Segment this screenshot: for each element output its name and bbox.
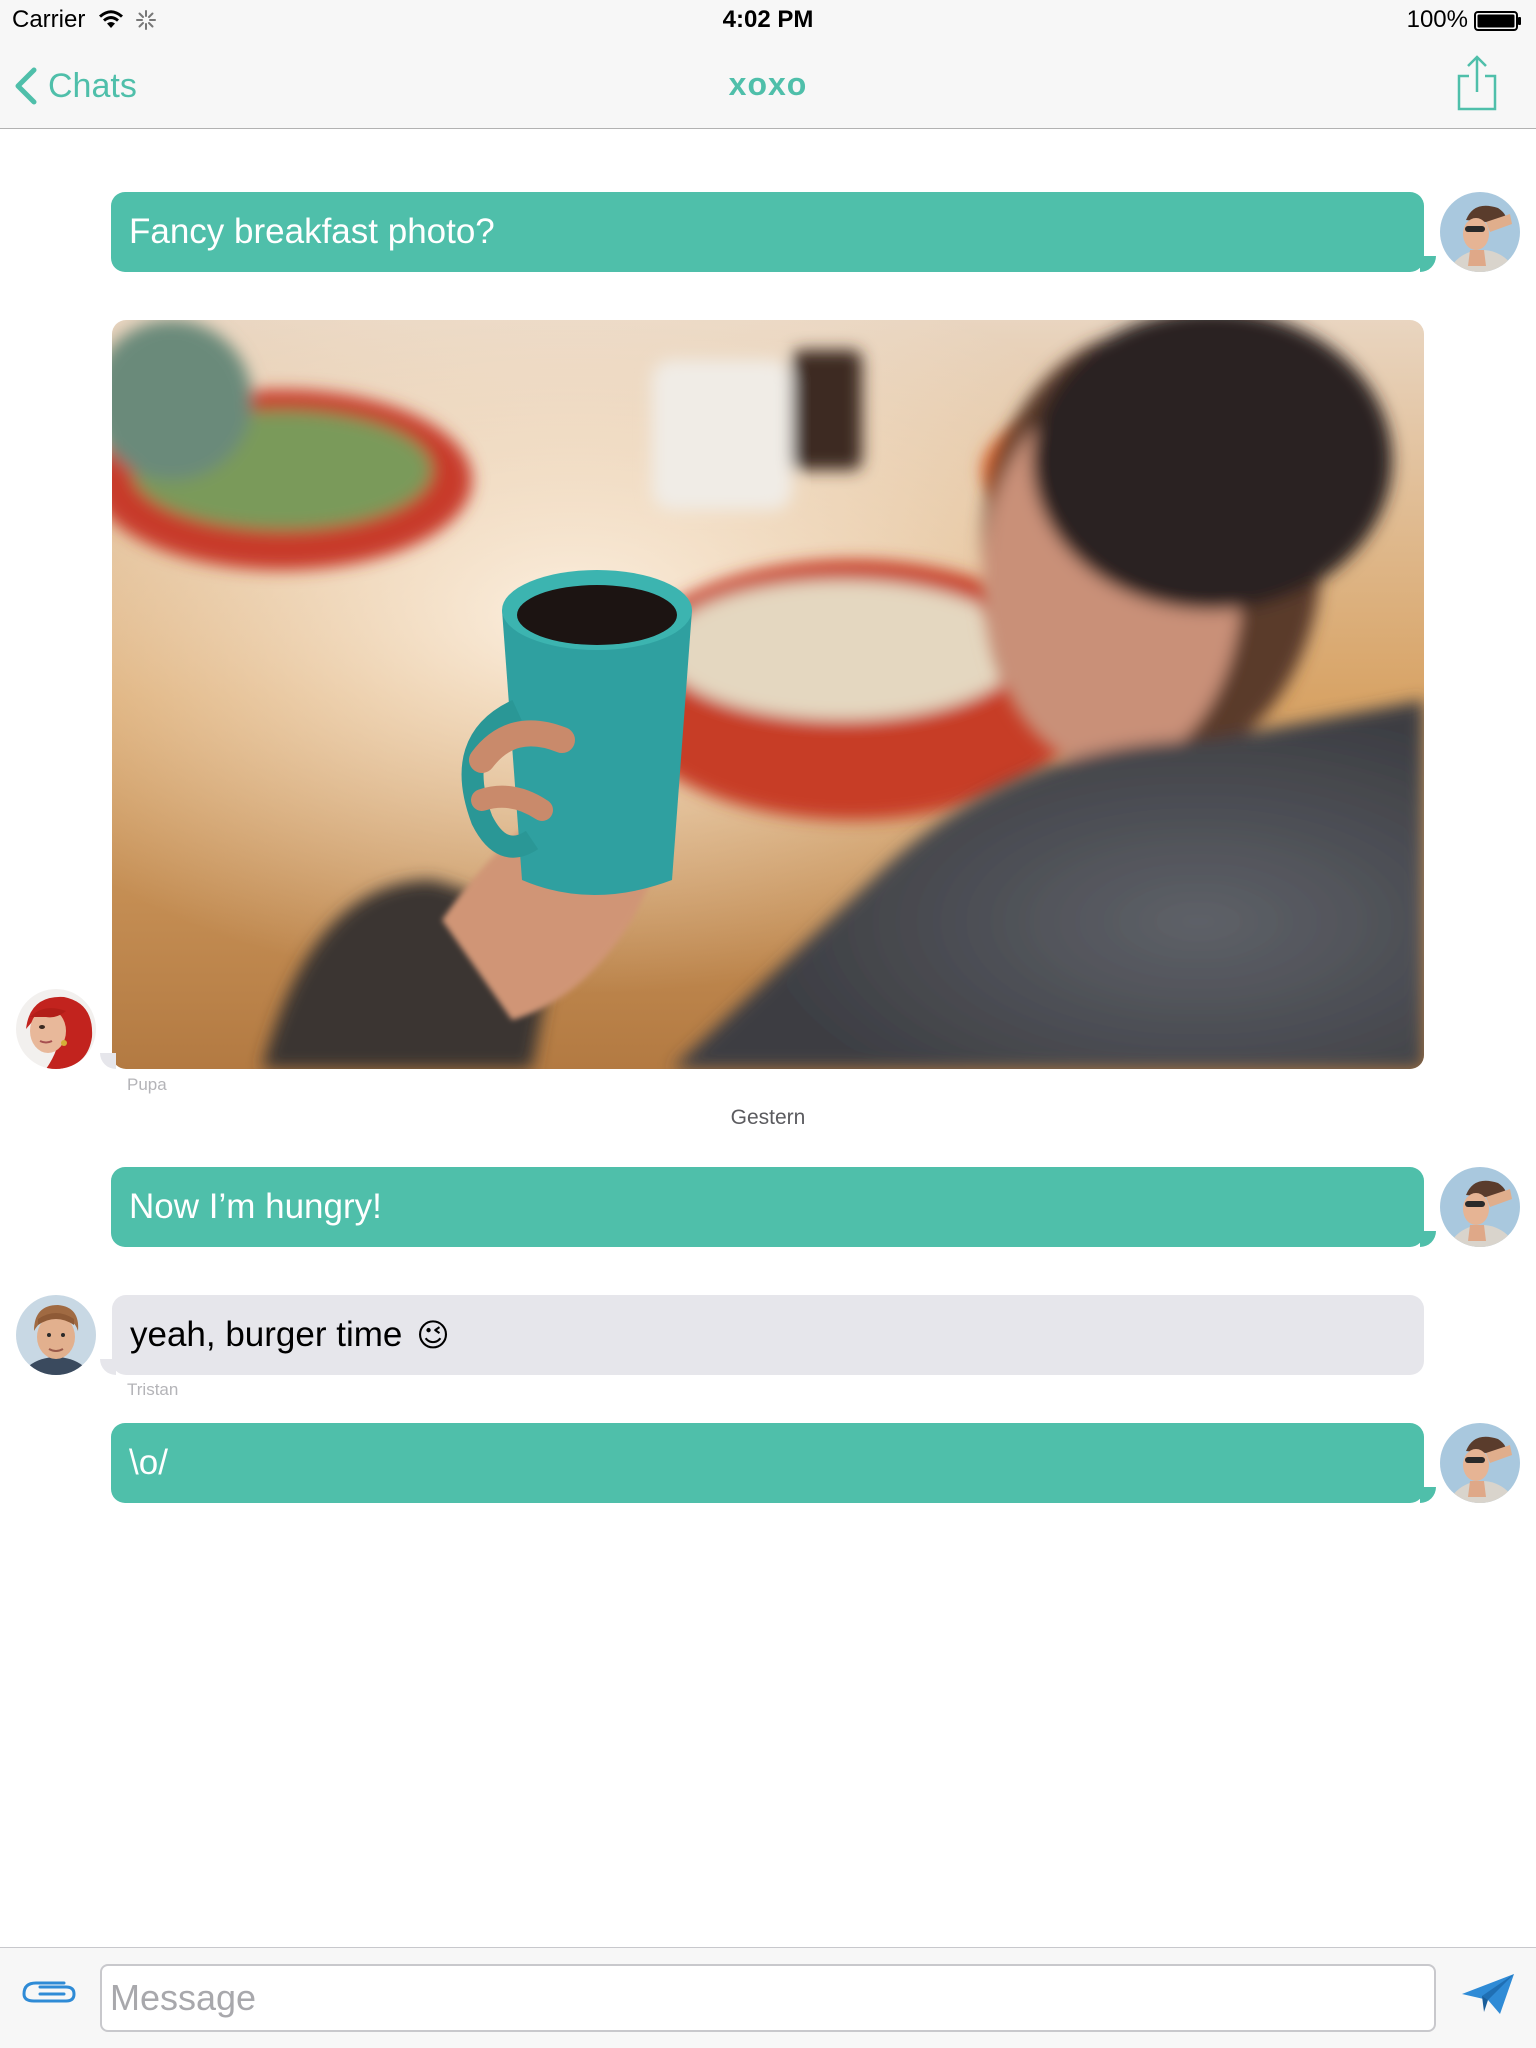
chat-screen: Carrier 4:02 PM 100% Chats xoxo Fancy br…	[0, 0, 1536, 2048]
message-input[interactable]	[100, 1964, 1436, 2032]
message-bubble-incoming[interactable]: yeah, burger time 😉	[112, 1295, 1424, 1375]
avatar-me[interactable]	[1440, 1423, 1520, 1503]
bubble-tail	[1420, 1487, 1436, 1503]
message-text: Fancy breakfast photo?	[129, 212, 495, 251]
bubble-tail	[100, 1359, 116, 1375]
message-bubble-outgoing[interactable]: Now I’m hungry!	[111, 1167, 1424, 1247]
date-separator: Gestern	[730, 1106, 806, 1129]
message-text: \o/	[129, 1443, 168, 1482]
woman-with-sunglasses-avatar-icon	[1440, 1423, 1520, 1503]
bubble-tail	[1420, 1231, 1436, 1247]
send-paper-plane-icon[interactable]	[1460, 1972, 1516, 2016]
battery-icon	[1474, 11, 1521, 31]
conversation-title: xoxo	[728, 66, 808, 102]
wink-emoji-icon: 😉	[416, 1317, 450, 1353]
woman-with-sunglasses-avatar-icon	[1440, 192, 1520, 272]
message-input-bar	[0, 1947, 1536, 2048]
status-time: 4:02 PM	[722, 6, 814, 33]
message-text: Now I’m hungry!	[129, 1187, 382, 1226]
battery-percent: 100%	[1406, 6, 1468, 33]
avatar-me[interactable]	[1440, 1167, 1520, 1247]
share-icon[interactable]	[1456, 54, 1498, 112]
status-bar: Carrier 4:02 PM 100%	[0, 0, 1536, 40]
sender-name: Pupa	[127, 1075, 167, 1094]
message-bubble-outgoing[interactable]: \o/	[111, 1423, 1424, 1503]
woman-red-hair-avatar-icon	[16, 989, 96, 1069]
avatar-me[interactable]	[1440, 192, 1520, 272]
navigation-bar: Chats xoxo	[0, 40, 1536, 129]
avatar-pupa[interactable]	[16, 989, 96, 1069]
coffee-mug-photo-image	[112, 320, 1424, 1069]
paperclip-icon[interactable]	[20, 1979, 78, 2009]
man-portrait-avatar-icon	[16, 1295, 96, 1375]
bubble-tail	[1420, 256, 1436, 272]
woman-with-sunglasses-avatar-icon	[1440, 1167, 1520, 1247]
avatar-tristan[interactable]	[16, 1295, 96, 1375]
message-text: yeah, burger time	[130, 1315, 403, 1354]
sender-name: Tristan	[127, 1380, 179, 1399]
bubble-tail	[100, 1053, 116, 1069]
photo-message[interactable]	[112, 320, 1424, 1069]
message-bubble-outgoing[interactable]: Fancy breakfast photo?	[111, 192, 1424, 272]
